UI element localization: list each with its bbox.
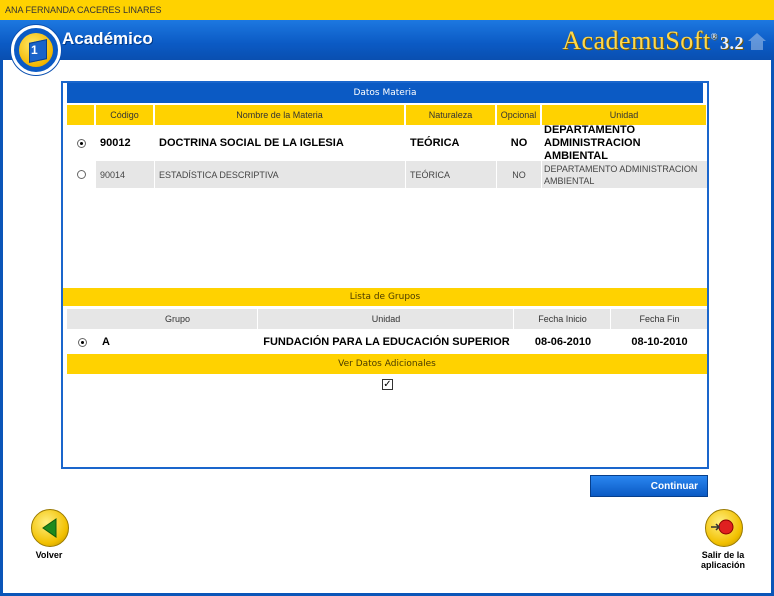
exit-label: Salir de la aplicación: [700, 550, 745, 570]
materia-nombre: ESTADÍSTICA DESCRIPTIVA: [155, 161, 405, 188]
materia-unidad: DEPARTAMENTO ADMINISTRACION AMBIENTAL: [542, 124, 707, 162]
grupo-nombre: A: [98, 331, 258, 353]
materia-nombre: DOCTRINA SOCIAL DE LA IGLESIA: [155, 126, 405, 160]
app-header: Académico AcademuSoft® 3.2: [0, 20, 774, 60]
brand-mark: ®: [710, 31, 718, 42]
user-name: ANA FERNANDA CACERES LINARES: [5, 5, 162, 15]
radio-button[interactable]: [76, 138, 86, 148]
exit-button[interactable]: [705, 509, 743, 547]
materia-opcional: NO: [497, 161, 541, 188]
materia-opcional: NO: [497, 126, 541, 160]
grupos-header-row: Grupo Unidad Fecha Inicio Fecha Fin: [67, 309, 707, 329]
materia-radio-cell[interactable]: [67, 126, 95, 160]
materia-section-title: Datos Materia: [67, 83, 703, 103]
datos-adicionales-label: Ver Datos Adicionales: [67, 354, 707, 374]
materia-codigo: 90014: [96, 161, 154, 188]
materia-col-naturaleza: Naturaleza: [406, 105, 496, 125]
materia-col-nombre: Nombre de la Materia: [155, 105, 405, 125]
materia-unidad: DEPARTAMENTO ADMINISTRACION AMBIENTAL: [542, 161, 707, 188]
grupos-section-title: Lista de Grupos: [63, 288, 707, 306]
materia-naturaleza: TEÓRICA: [406, 161, 496, 188]
continue-button[interactable]: Continuar: [590, 475, 708, 497]
grupo-fecha-fin: 08-10-2010: [612, 331, 707, 353]
back-button[interactable]: [31, 509, 69, 547]
materia-radio-cell[interactable]: [67, 161, 95, 188]
materia-col-codigo: Código: [96, 105, 154, 125]
materia-col-unidad: Unidad: [542, 105, 707, 125]
materia-naturaleza: TEÓRICA: [406, 126, 496, 160]
house-icon: [748, 33, 766, 50]
page-title: Académico: [62, 29, 153, 48]
brand-version: 3.2: [720, 33, 744, 53]
brand-name: AcademuSoft: [562, 26, 711, 55]
grupo-unidad: FUNDACIÓN PARA LA EDUCACIÓN SUPERIOR: [259, 331, 514, 353]
table-row[interactable]: 90012 DOCTRINA SOCIAL DE LA IGLESIA TEÓR…: [67, 124, 707, 162]
grupo-fecha-inicio: 08-06-2010: [515, 331, 611, 353]
table-row[interactable]: 90014 ESTADÍSTICA DESCRIPTIVA TEÓRICA NO…: [67, 161, 707, 188]
grupos-col-fecha-fin: Fecha Fin: [639, 314, 680, 324]
grupo-radio-cell[interactable]: [67, 331, 97, 353]
back-label: Volver: [35, 550, 63, 560]
grupos-col-grupo: Grupo: [98, 309, 258, 329]
radio-button[interactable]: [77, 337, 87, 347]
brand-logo: AcademuSoft® 3.2: [562, 26, 744, 56]
main-panel: Datos Materia Código Nombre de la Materi…: [61, 81, 709, 469]
materia-codigo: 90012: [96, 126, 154, 160]
grupos-col-select: [67, 309, 97, 329]
datos-adicionales-checkbox[interactable]: ✓: [382, 379, 393, 390]
exit-icon: [711, 519, 734, 535]
grupos-col-fecha-inicio: Fecha Inicio: [515, 309, 611, 329]
grupos-col-unidad: Unidad: [259, 309, 514, 329]
radio-button[interactable]: [76, 170, 86, 179]
module-logo-icon: 1: [11, 25, 61, 75]
table-row[interactable]: A FUNDACIÓN PARA LA EDUCACIÓN SUPERIOR 0…: [67, 331, 707, 353]
materia-col-opcional: Opcional: [497, 105, 541, 125]
arrow-left-icon: [42, 518, 57, 538]
materia-header-row: Código Nombre de la Materia Naturaleza O…: [67, 105, 707, 125]
user-bar: ANA FERNANDA CACERES LINARES: [0, 0, 774, 21]
materia-col-select: [67, 105, 95, 125]
